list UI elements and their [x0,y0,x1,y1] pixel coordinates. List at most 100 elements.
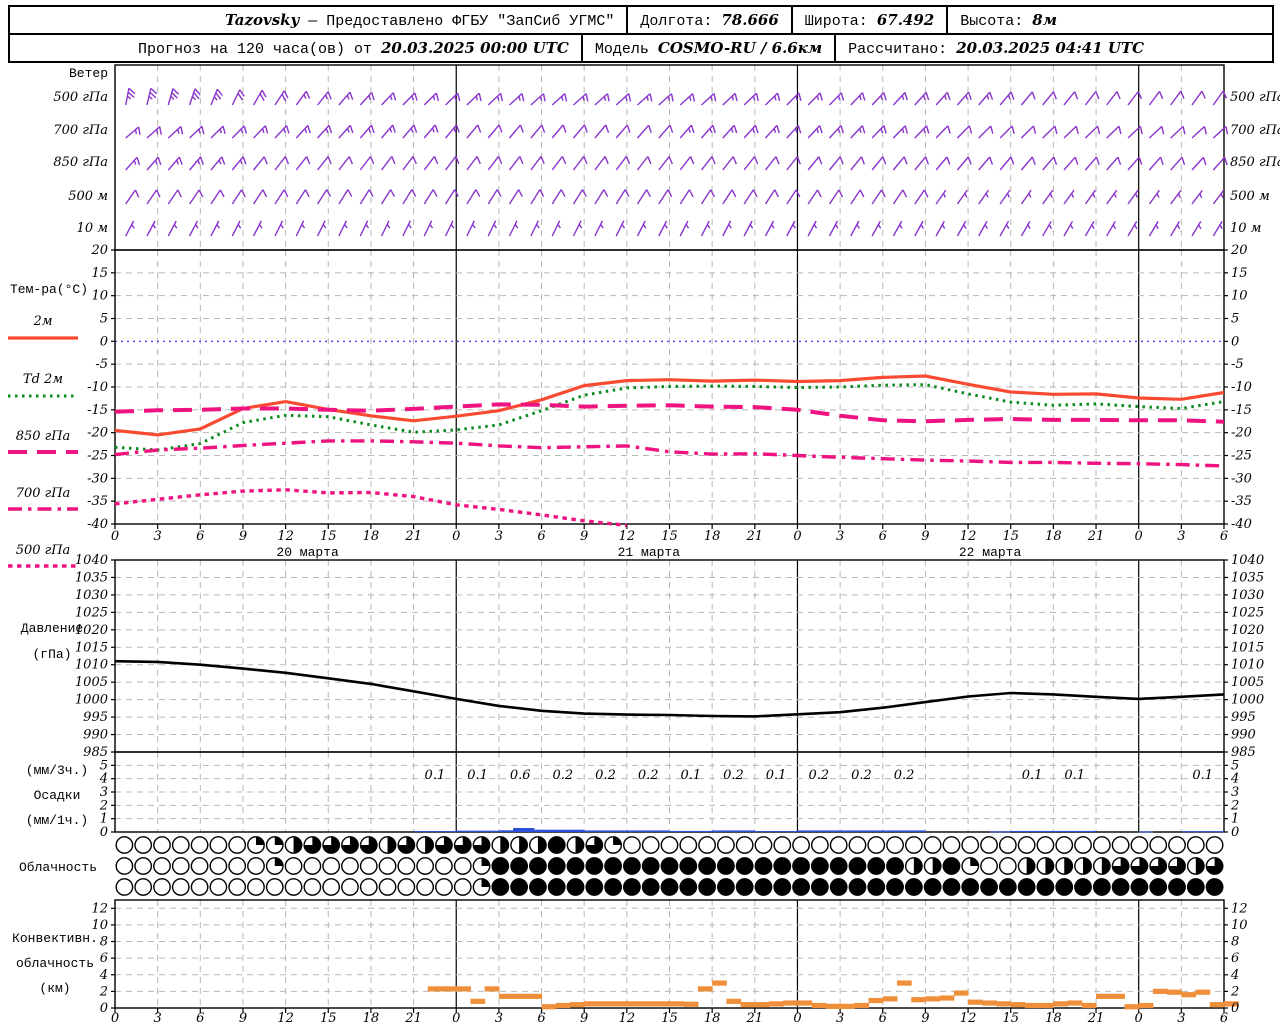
pres-panel-frame [114,559,1225,753]
wind-barb [1042,91,1057,106]
cloud-title: Облачность [19,860,97,875]
wind-barb [615,124,631,139]
cloud-circle [641,836,660,854]
y-tick-label-right: 1 [1231,812,1239,827]
cloud-fill [980,878,998,896]
convective-bar [498,993,514,999]
convective-bar [484,986,500,992]
cloud-circle [792,836,810,854]
altitude-label: Высота: [960,13,1024,30]
header-box: Tazovsky — Предоставлено ФГБУ "ЗапСиб УГ… [8,5,1274,63]
convective-bar [1096,993,1111,999]
wind-barb [274,220,284,237]
wind-barb [445,92,461,106]
hour-label-bottom: 9 [239,1011,247,1022]
wind-barb [1127,91,1143,106]
hour-label-bottom: 3 [836,1011,844,1022]
cloud-circle [134,836,153,854]
hour-label-temp: 9 [921,529,929,544]
hour-label-temp: 0 [452,529,460,544]
wind-barb [487,92,504,106]
wind-barb [551,93,568,106]
y-tick-label-right: -5 [1231,357,1244,372]
cloud-circle [153,878,171,896]
cloud-fill [500,836,509,854]
cloud-circle [1074,836,1092,854]
y-tick-label-left: 1010 [75,658,108,673]
wind-barb [1042,189,1054,205]
convective-bar [882,996,898,1002]
wind-barb [1170,90,1185,106]
wind-barb [125,220,135,237]
convective-bar [783,1000,798,1006]
wind-barb [402,220,412,237]
y-tick-label-right: 0 [1231,334,1239,349]
hour-label-bottom: 0 [452,1011,460,1022]
wind-barb [402,155,417,171]
wind-barb [871,92,887,106]
precip-title: Осадки [34,788,81,803]
wind-barb [316,220,327,237]
wind-barb [317,156,332,171]
wind-barb [615,155,631,171]
cloud-circle [698,836,716,854]
convective-bar [1167,989,1182,995]
y-tick-label-right: 1005 [1231,675,1264,690]
y-tick-label-left: -10 [87,380,108,395]
wind-barb [1170,189,1182,205]
wind-barb [253,156,268,171]
convective-bar [541,1004,557,1010]
cloud-fill [274,857,283,866]
wind-barb [679,93,696,106]
cloud-fill [1045,857,1054,875]
cloud-fill [680,878,697,896]
cloud-circle [1092,836,1111,854]
wind-barb [380,220,391,237]
wind-barb [210,88,223,106]
convective-bar [740,1002,756,1008]
wind-barb [722,92,738,106]
convective-bar [1110,993,1125,999]
wind-row-label-left: 10 м [77,221,108,236]
wind-barb [1020,156,1036,171]
wind-barb [466,92,482,106]
convective-bar [1181,992,1197,998]
cloud-fill [255,836,265,845]
cloud-circle [998,836,1017,854]
hour-label-bottom: 15 [661,1011,678,1022]
precip-bar [989,831,1011,833]
y-tick-label-right: 1010 [1231,658,1264,673]
cloud-fill [661,878,678,896]
wind-barb [1106,220,1117,237]
cloud-fill [510,857,528,875]
wind-barb [1170,156,1186,171]
wind-barb [743,156,759,171]
cloud-fill [1112,878,1129,896]
cloud-fill [830,878,847,896]
wind-barb [999,125,1015,139]
wind-barb [850,92,866,106]
wind-barb [125,189,140,205]
wind-barb [636,220,647,237]
cloud-fill [811,878,829,896]
hour-label-bottom: 21 [404,1011,422,1022]
hour-label-temp: 3 [836,529,844,544]
wind-barb [189,125,205,139]
wind-barb [850,220,860,237]
cloud-circle [378,878,397,896]
hour-label-bottom: 21 [1087,1011,1105,1022]
meteogram-page: Tazovsky — Предоставлено ФГБУ "ЗапСиб УГ… [0,0,1280,1024]
precip-bar [456,830,499,832]
cloud-circle [341,857,359,875]
wind-barb [167,220,178,237]
convective-bar [442,986,457,992]
y-tick-label-left: -5 [95,357,108,372]
wind-barb [807,220,818,237]
hour-label-bottom: 21 [746,1011,764,1022]
wind-barb [722,189,737,205]
cloud-circle [397,857,416,875]
hour-label-temp: 3 [495,529,503,544]
wind-barb [1063,125,1079,139]
cloud-fill [1026,857,1035,875]
wind-barb [1148,189,1160,205]
